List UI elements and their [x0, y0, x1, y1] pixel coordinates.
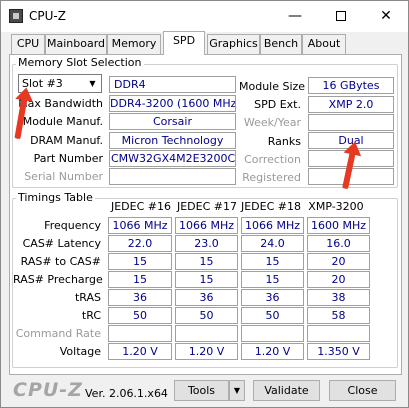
window-title: CPU-Z	[29, 9, 66, 23]
cpuz-window: CPU-Z — ✕ CPU Mainboard Memory SPD Graph…	[0, 0, 409, 408]
column-header: JEDEC #16	[110, 200, 171, 213]
timing-cell: 16.0	[307, 235, 370, 252]
tab-mainboard[interactable]: Mainboard	[45, 34, 107, 54]
timing-cell: 1.20 V	[108, 343, 172, 360]
timing-cell: 50	[241, 307, 304, 324]
timing-cell	[108, 325, 172, 342]
tools-dropdown-chevron-down-icon[interactable]: ▼	[229, 380, 245, 401]
week-year-label: Week/Year	[243, 116, 301, 129]
module-manuf-value: Corsair	[109, 113, 236, 130]
module-size-label: Module Size	[239, 80, 306, 93]
tab-about[interactable]: About	[302, 34, 346, 54]
validate-button[interactable]: Validate	[253, 380, 320, 401]
serial-number-label: Serial Number	[24, 170, 103, 183]
timing-cell: 1600 MHz	[307, 217, 370, 234]
timing-cell: 1066 MHz	[175, 217, 238, 234]
timing-cell: 1.350 V	[307, 343, 370, 360]
tab-graphics[interactable]: Graphics	[207, 34, 260, 54]
timing-cell: 36	[241, 289, 304, 306]
tab-bench[interactable]: Bench	[260, 34, 302, 54]
timing-cell: 38	[307, 289, 370, 306]
timing-cell: 50	[175, 307, 238, 324]
timing-row-label: RAS# to CAS#	[20, 255, 101, 268]
ranks-label: Ranks	[267, 135, 301, 148]
memory-type-value: DDR4	[109, 76, 236, 93]
timing-cell: 20	[307, 253, 370, 270]
tools-button[interactable]: Tools	[174, 380, 229, 401]
correction-label: Correction	[244, 153, 301, 166]
max-bandwidth-value: DDR4-3200 (1600 MHz)	[109, 95, 236, 112]
timing-cell: 58	[307, 307, 370, 324]
memory-slot-legend: Memory Slot Selection	[16, 56, 144, 69]
tab-spd[interactable]: SPD	[163, 31, 205, 55]
spd-ext-value: XMP 2.0	[308, 96, 394, 113]
module-manuf-label: Module Manuf.	[22, 115, 103, 128]
minimize-button[interactable]: —	[273, 1, 317, 32]
timing-cell: 50	[108, 307, 172, 324]
close-button[interactable]: Close	[329, 380, 396, 401]
timing-cell: 15	[241, 271, 304, 288]
timing-cell	[241, 325, 304, 342]
timing-cell: 36	[175, 289, 238, 306]
registered-label: Registered	[242, 171, 301, 184]
timings-legend: Timings Table	[16, 191, 95, 204]
dram-manuf-value: Micron Technology	[109, 132, 236, 149]
timing-cell: 1066 MHz	[241, 217, 304, 234]
serial-number-value	[109, 168, 236, 185]
part-number-label: Part Number	[33, 152, 103, 165]
chevron-down-icon[interactable]: ▼	[86, 77, 99, 90]
timing-row-label: RAS# Precharge	[13, 273, 103, 286]
timing-cell: 23.0	[175, 235, 238, 252]
maximize-icon	[336, 11, 346, 21]
tab-cpu[interactable]: CPU	[11, 34, 45, 54]
timing-row-label: Voltage	[59, 345, 101, 358]
title-bar[interactable]: CPU-Z — ✕	[1, 1, 408, 32]
timing-cell: 15	[175, 271, 238, 288]
tab-memory[interactable]: Memory	[107, 34, 161, 54]
version-label: Ver. 2.06.1.x64	[85, 387, 168, 400]
timing-cell	[175, 325, 238, 342]
timing-cell	[307, 325, 370, 342]
timing-cell: 24.0	[241, 235, 304, 252]
timing-cell: 1066 MHz	[108, 217, 172, 234]
timing-cell: 1.20 V	[241, 343, 304, 360]
cpuz-brand-logo: CPU-Z	[13, 379, 83, 401]
part-number-value: CMW32GX4M2E3200C16	[109, 150, 236, 167]
module-size-value: 16 GBytes	[308, 77, 394, 94]
dram-manuf-label: DRAM Manuf.	[30, 134, 103, 147]
timing-cell: 1.20 V	[175, 343, 238, 360]
timing-cell: 36	[108, 289, 172, 306]
timing-cell: 22.0	[108, 235, 172, 252]
timing-row-label: CAS# Latency	[22, 237, 101, 250]
timing-row-label: Command Rate	[15, 327, 101, 340]
timing-cell: 15	[108, 271, 172, 288]
column-header: JEDEC #17	[176, 200, 237, 213]
week-year-value	[308, 114, 394, 131]
timing-cell: 15	[241, 253, 304, 270]
close-window-button[interactable]: ✕	[364, 1, 408, 32]
timing-cell: 15	[175, 253, 238, 270]
timing-cell: 15	[108, 253, 172, 270]
column-header: JEDEC #18	[240, 200, 301, 213]
cpuz-app-icon	[9, 9, 23, 23]
timing-row-label: tRC	[81, 309, 101, 322]
spd-ext-label: SPD Ext.	[254, 98, 301, 111]
timing-cell: 20	[307, 271, 370, 288]
timing-row-label: Frequency	[44, 219, 101, 232]
column-header: XMP-3200	[308, 200, 364, 213]
timing-row-label: tRAS	[74, 291, 101, 304]
maximize-button[interactable]	[319, 1, 363, 32]
